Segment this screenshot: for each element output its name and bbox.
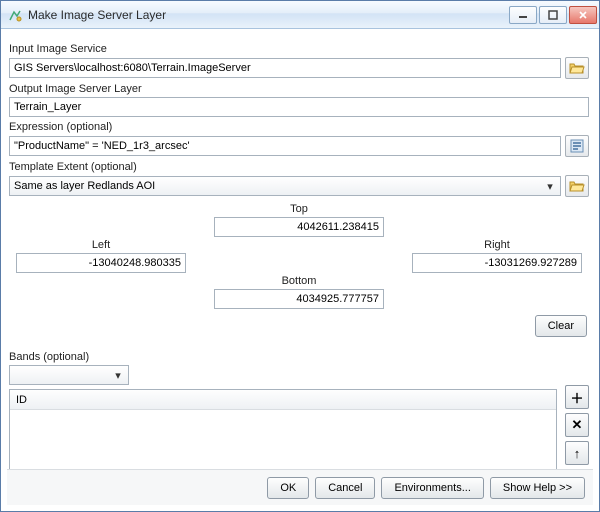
expression-label: Expression (optional) [9,121,589,133]
cancel-button[interactable]: Cancel [315,477,375,499]
sql-icon [569,138,585,154]
move-band-up-button[interactable]: ↑ [565,441,589,465]
browse-extent-button[interactable] [565,175,589,197]
close-button[interactable] [569,6,597,24]
chevron-down-icon: ▾ [110,367,126,383]
window-controls [507,6,597,24]
folder-open-icon [569,61,585,75]
bands-list-header: ID [10,390,556,410]
extent-left-label: Left [92,239,110,251]
extent-group: Top Left Right Bottom [9,197,589,347]
button-bar: OK Cancel Environments... Show Help >> [7,469,593,505]
app-icon [7,7,23,23]
window-title: Make Image Server Layer [28,8,507,22]
show-help-button[interactable]: Show Help >> [490,477,585,499]
extent-right-label: Right [484,239,510,251]
maximize-button[interactable] [539,6,567,24]
extent-left-field[interactable] [16,253,186,273]
template-extent-label: Template Extent (optional) [9,161,589,173]
add-band-button[interactable]: ＋ [565,385,589,409]
folder-open-icon [569,179,585,193]
clear-extent-button[interactable]: Clear [535,315,587,337]
input-image-service-label: Input Image Service [9,43,589,55]
output-layer-field[interactable] [9,97,589,117]
template-extent-value: Same as layer Redlands AOI [14,180,155,192]
template-extent-select[interactable]: Same as layer Redlands AOI ▾ [9,176,561,196]
chevron-down-icon: ▾ [542,178,558,194]
environments-button[interactable]: Environments... [381,477,483,499]
bands-list-body [10,410,556,469]
bands-combo[interactable]: ▾ [9,365,129,385]
form-scroll[interactable]: Input Image Service Output Image Server … [7,35,593,469]
extent-bottom-label: Bottom [282,275,317,287]
remove-band-button[interactable]: ✕ [565,413,589,437]
minimize-button[interactable] [509,6,537,24]
bands-side-buttons: ＋ ✕ ↑ ↓ [565,385,589,469]
extent-right-field[interactable] [412,253,582,273]
x-icon: ✕ [572,417,583,433]
plus-icon: ＋ [570,388,583,407]
arrow-up-icon: ↑ [574,446,581,461]
sql-builder-button[interactable] [565,135,589,157]
title-bar: Make Image Server Layer [1,1,599,29]
extent-top-field[interactable] [214,217,384,237]
expression-field[interactable] [9,136,561,156]
browse-input-button[interactable] [565,57,589,79]
extent-bottom-field[interactable] [214,289,384,309]
client-area: Input Image Service Output Image Server … [1,29,599,511]
bands-list[interactable]: ID ⋯ [9,389,557,469]
bands-label: Bands (optional) [9,351,589,363]
output-layer-label: Output Image Server Layer [9,83,589,95]
input-image-service-field[interactable] [9,58,561,78]
dialog-window: Make Image Server Layer Input Image Serv… [0,0,600,512]
extent-top-label: Top [290,203,308,215]
ok-button[interactable]: OK [267,477,309,499]
